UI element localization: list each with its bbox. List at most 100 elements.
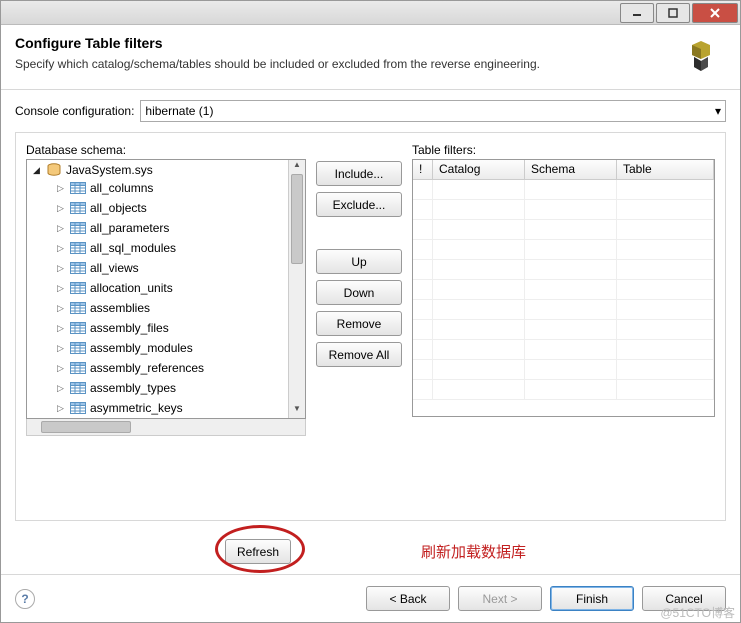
- watermark: @51CTO博客: [660, 604, 735, 621]
- col-table[interactable]: Table: [617, 160, 714, 179]
- filters-label: Table filters:: [412, 143, 715, 157]
- filter-buttons: Include... Exclude... Up Down Remove Rem…: [316, 143, 402, 367]
- tree-item[interactable]: ▷ all_parameters: [27, 218, 288, 238]
- tree-root-label: JavaSystem.sys: [66, 163, 153, 177]
- dialog-window: Configure Table filters Specify which ca…: [0, 0, 741, 623]
- table-icon: [70, 242, 86, 254]
- table-icon: [70, 302, 86, 314]
- tree-item-label: assembly_types: [90, 381, 176, 395]
- tree-item-label: assembly_files: [90, 321, 169, 335]
- filters-table[interactable]: ! Catalog Schema Table: [412, 159, 715, 417]
- tree-item[interactable]: ▷ allocation_units: [27, 278, 288, 298]
- page-title: Configure Table filters: [15, 35, 726, 51]
- finish-button[interactable]: Finish: [550, 586, 634, 611]
- table-icon: [70, 382, 86, 394]
- col-catalog[interactable]: Catalog: [433, 160, 525, 179]
- tree-item-label: all_parameters: [90, 221, 169, 235]
- console-config-label: Console configuration:: [15, 104, 134, 118]
- down-button[interactable]: Down: [316, 280, 402, 305]
- chevron-right-icon[interactable]: ▷: [55, 223, 66, 234]
- next-button: Next >: [458, 586, 542, 611]
- chevron-down-icon[interactable]: ◢: [31, 165, 42, 176]
- console-config-combo[interactable]: hibernate (1) ▾: [140, 100, 726, 122]
- table-row[interactable]: [413, 340, 714, 360]
- table-row[interactable]: [413, 240, 714, 260]
- table-row[interactable]: [413, 260, 714, 280]
- minimize-button[interactable]: [620, 3, 654, 23]
- tree-item[interactable]: ▷all_views: [27, 258, 288, 278]
- table-icon: [70, 402, 86, 414]
- table-row[interactable]: [413, 220, 714, 240]
- filter-panels: Database schema: ◢ JavaSystem.sys ▷ all_c…: [15, 132, 726, 521]
- help-icon[interactable]: ?: [15, 589, 35, 609]
- tree-item[interactable]: ▷asymmetric_keys: [27, 398, 288, 418]
- tree-item[interactable]: ▷ all_columns: [27, 178, 288, 198]
- chevron-right-icon[interactable]: ▷: [55, 283, 66, 294]
- chevron-right-icon[interactable]: ▷: [55, 183, 66, 194]
- refresh-row: Refresh 刷新加载数据库: [15, 539, 726, 564]
- tree-scrollbar[interactable]: ▲ ▼: [288, 160, 305, 418]
- table-icon: [70, 282, 86, 294]
- up-button[interactable]: Up: [316, 249, 402, 274]
- wizard-footer: ? < Back Next > Finish Cancel: [1, 574, 740, 622]
- tree-item-label: allocation_units: [90, 281, 173, 295]
- table-row[interactable]: [413, 360, 714, 380]
- chevron-right-icon[interactable]: ▷: [55, 363, 66, 374]
- table-row[interactable]: [413, 300, 714, 320]
- chevron-right-icon[interactable]: ▷: [55, 383, 66, 394]
- tree-item[interactable]: ▷ assembly_types: [27, 378, 288, 398]
- console-config-row: Console configuration: hibernate (1) ▾: [15, 100, 726, 122]
- scroll-thumb[interactable]: [291, 174, 303, 264]
- col-bang[interactable]: !: [413, 160, 433, 179]
- col-schema[interactable]: Schema: [525, 160, 617, 179]
- include-button[interactable]: Include...: [316, 161, 402, 186]
- chevron-right-icon[interactable]: ▷: [55, 243, 66, 254]
- tree-item[interactable]: ▷assembly_references: [27, 358, 288, 378]
- wizard-header: Configure Table filters Specify which ca…: [1, 25, 740, 89]
- tree-item-label: all_objects: [90, 201, 147, 215]
- database-icon: [46, 163, 62, 177]
- chevron-right-icon[interactable]: ▷: [55, 263, 66, 274]
- chevron-right-icon[interactable]: ▷: [55, 203, 66, 214]
- filters-panel: Table filters: ! Catalog Schema Table: [412, 143, 715, 417]
- remove-all-button[interactable]: Remove All: [316, 342, 402, 367]
- scroll-up-icon[interactable]: ▲: [289, 160, 305, 174]
- hscroll-thumb[interactable]: [41, 421, 131, 433]
- table-icon: [70, 262, 86, 274]
- chevron-right-icon[interactable]: ▷: [55, 303, 66, 314]
- close-button[interactable]: [692, 3, 738, 23]
- tree-item-label: all_columns: [90, 181, 153, 195]
- table-icon: [70, 222, 86, 234]
- schema-tree[interactable]: ◢ JavaSystem.sys ▷ all_columns ▷ all_object…: [27, 160, 288, 418]
- tree-item-label: assembly_modules: [90, 341, 193, 355]
- filters-body: [413, 180, 714, 416]
- table-icon: [70, 202, 86, 214]
- exclude-button[interactable]: Exclude...: [316, 192, 402, 217]
- back-button[interactable]: < Back: [366, 586, 450, 611]
- tree-hscrollbar[interactable]: [26, 419, 306, 436]
- tree-item[interactable]: ▷ all_sql_modules: [27, 238, 288, 258]
- table-row[interactable]: [413, 200, 714, 220]
- chevron-right-icon[interactable]: ▷: [55, 403, 66, 414]
- annotation-text: 刷新加载数据库: [421, 541, 526, 562]
- table-row[interactable]: [413, 280, 714, 300]
- table-row[interactable]: [413, 380, 714, 400]
- schema-label: Database schema:: [26, 143, 306, 157]
- chevron-right-icon[interactable]: ▷: [55, 323, 66, 334]
- maximize-button[interactable]: [656, 3, 690, 23]
- schema-panel: Database schema: ◢ JavaSystem.sys ▷ all_c…: [26, 143, 306, 436]
- scroll-down-icon[interactable]: ▼: [289, 404, 305, 418]
- remove-button[interactable]: Remove: [316, 311, 402, 336]
- tree-item[interactable]: ▷ all_objects: [27, 198, 288, 218]
- table-icon: [70, 362, 86, 374]
- tree-item[interactable]: ▷ assembly_files: [27, 318, 288, 338]
- table-row[interactable]: [413, 180, 714, 200]
- chevron-right-icon[interactable]: ▷: [55, 343, 66, 354]
- table-icon: [70, 342, 86, 354]
- tree-item-label: all_sql_modules: [90, 241, 176, 255]
- table-row[interactable]: [413, 320, 714, 340]
- tree-item[interactable]: ▷assemblies: [27, 298, 288, 318]
- refresh-button[interactable]: Refresh: [225, 539, 291, 564]
- tree-item[interactable]: ▷ assembly_modules: [27, 338, 288, 358]
- tree-root[interactable]: ◢ JavaSystem.sys: [27, 162, 288, 178]
